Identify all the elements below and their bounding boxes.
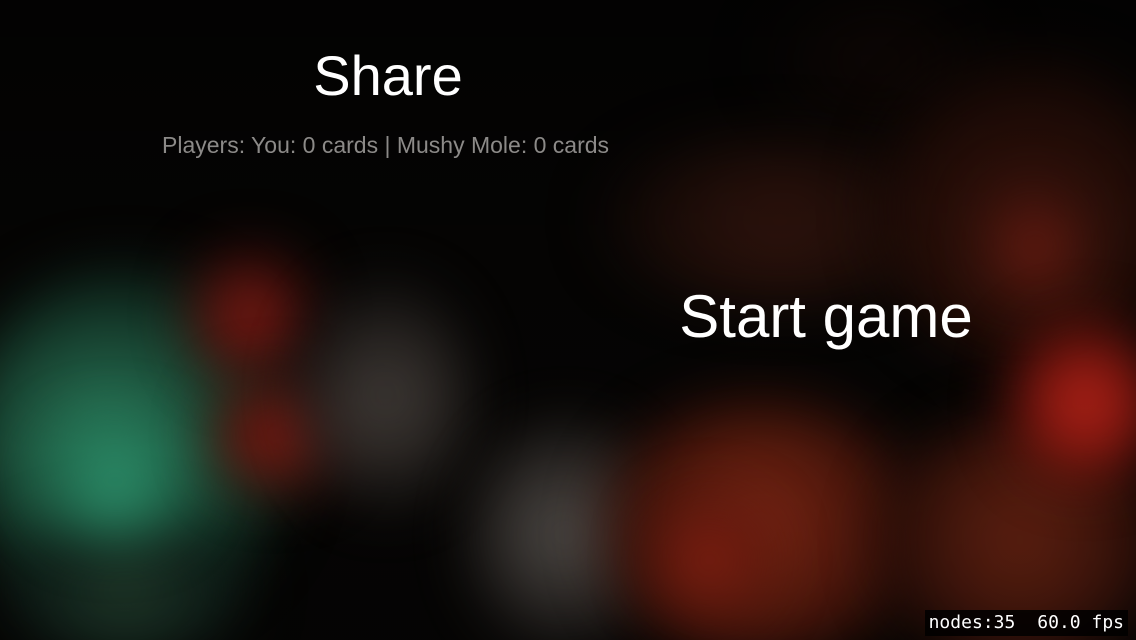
debug-stats-overlay: nodes:35 60.0 fps xyxy=(924,610,1128,636)
share-button[interactable]: Share xyxy=(300,40,476,110)
fps-label: 60.0 fps xyxy=(1037,612,1124,633)
game-screen: Share Players: You: 0 cards | Mushy Mole… xyxy=(0,0,1136,640)
start-game-button[interactable]: Start game xyxy=(672,276,980,356)
node-count-label: nodes:35 xyxy=(928,612,1016,633)
players-status-text: Players: You: 0 cards | Mushy Mole: 0 ca… xyxy=(162,132,610,158)
